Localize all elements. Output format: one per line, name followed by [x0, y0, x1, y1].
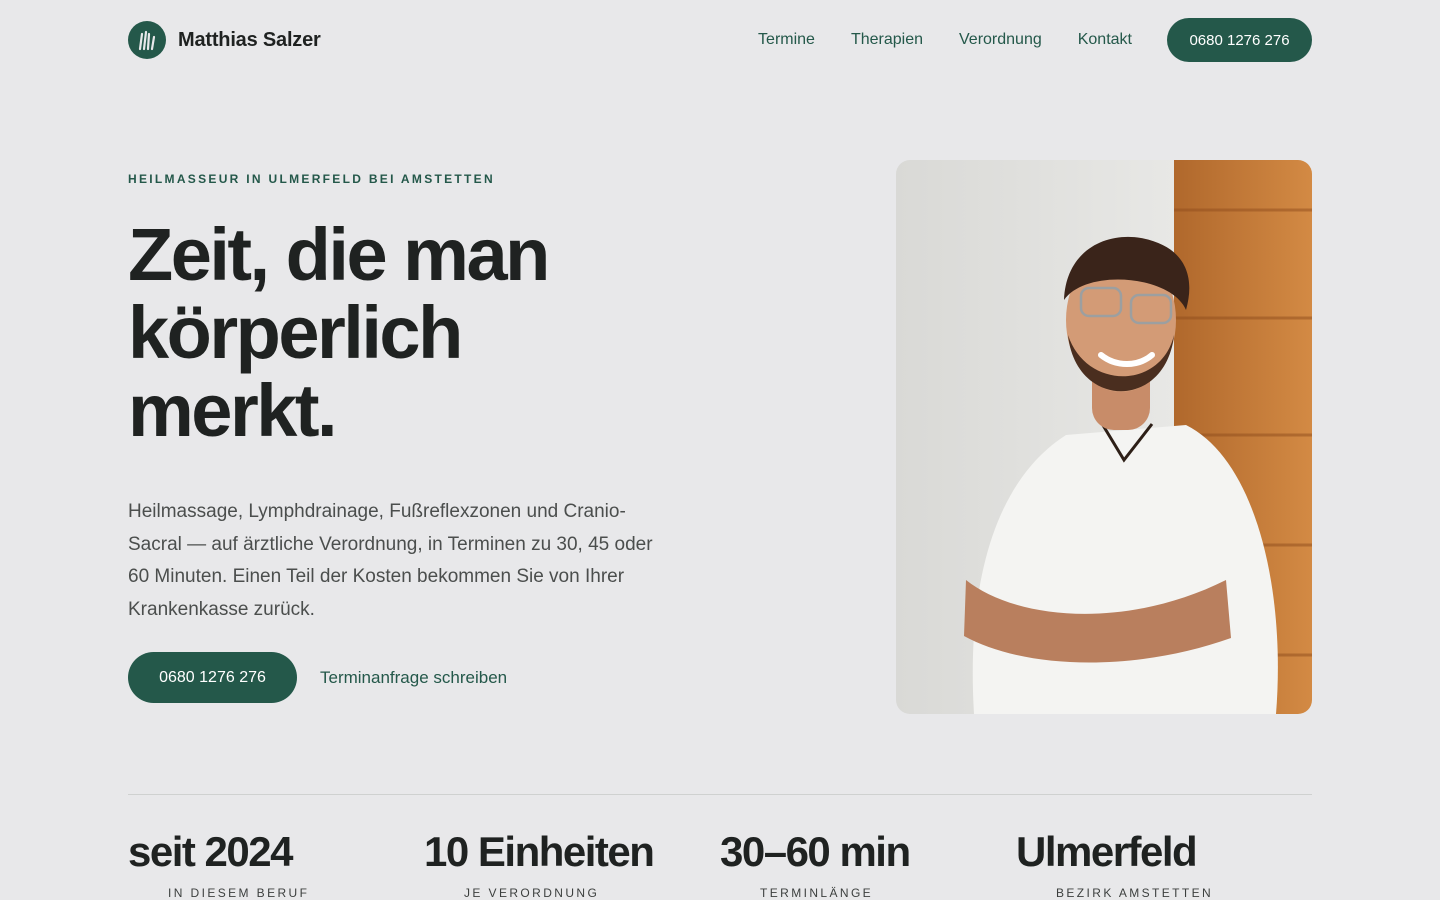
nav-termine[interactable]: Termine: [758, 31, 815, 49]
stat-item: 30–60 min TERMINLÄNGE: [720, 828, 1016, 900]
eyebrow: HEILMASSEUR IN ULMERFELD BEI AMSTETTEN: [128, 172, 495, 186]
portrait-photo: [896, 160, 1312, 714]
headline-line: merkt.: [128, 369, 338, 452]
stat-label: IN DIESEM BERUF: [168, 886, 310, 900]
stat-value: 10 Einheiten: [424, 828, 655, 875]
nav-kontakt[interactable]: Kontakt: [1078, 31, 1132, 49]
hero-actions: 0680 1276 276 Terminanfrage schreiben: [128, 652, 507, 703]
brand[interactable]: Matthias Salzer: [128, 21, 321, 59]
stat-value: 30–60 min: [720, 828, 911, 875]
hand-logo-icon: [128, 21, 166, 59]
site-header: Matthias Salzer Termine Therapien Verord…: [128, 18, 1312, 62]
headline-line: Zeit, die man: [128, 213, 550, 296]
stat-item: 10 Einheiten JE VERORDNUNG: [424, 828, 720, 900]
main-nav: Termine Therapien Verordnung Kontakt 068…: [758, 18, 1312, 62]
stats-row: seit 2024 IN DIESEM BERUF 10 Einheiten J…: [128, 828, 1312, 900]
page-title: Zeit, die man körperlich merkt.: [128, 216, 708, 450]
brand-name: Matthias Salzer: [178, 28, 321, 51]
stat-label: BEZIRK AMSTETTEN: [1056, 886, 1214, 900]
stat-value: seit 2024: [128, 828, 293, 875]
appointment-request-link[interactable]: Terminanfrage schreiben: [320, 668, 507, 688]
stat-label: TERMINLÄNGE: [760, 886, 874, 900]
hero-description: Heilmassage, Lymphdrainage, Fußreflexzon…: [128, 501, 653, 620]
nav-therapien[interactable]: Therapien: [851, 31, 923, 49]
stat-item: Ulmerfeld BEZIRK AMSTETTEN: [1016, 828, 1312, 900]
headline-line: körperlich: [128, 291, 463, 374]
stat-label: JE VERORDNUNG: [464, 886, 600, 900]
hero-phone-button[interactable]: 0680 1276 276: [128, 652, 297, 703]
stat-item: seit 2024 IN DIESEM BERUF: [128, 828, 424, 900]
section-divider: [128, 794, 1312, 795]
nav-verordnung[interactable]: Verordnung: [959, 31, 1042, 49]
hero: HEILMASSEUR IN ULMERFELD BEI AMSTETTEN Z…: [128, 172, 708, 626]
header-phone-button[interactable]: 0680 1276 276: [1167, 18, 1312, 62]
stat-value: Ulmerfeld: [1016, 828, 1198, 875]
